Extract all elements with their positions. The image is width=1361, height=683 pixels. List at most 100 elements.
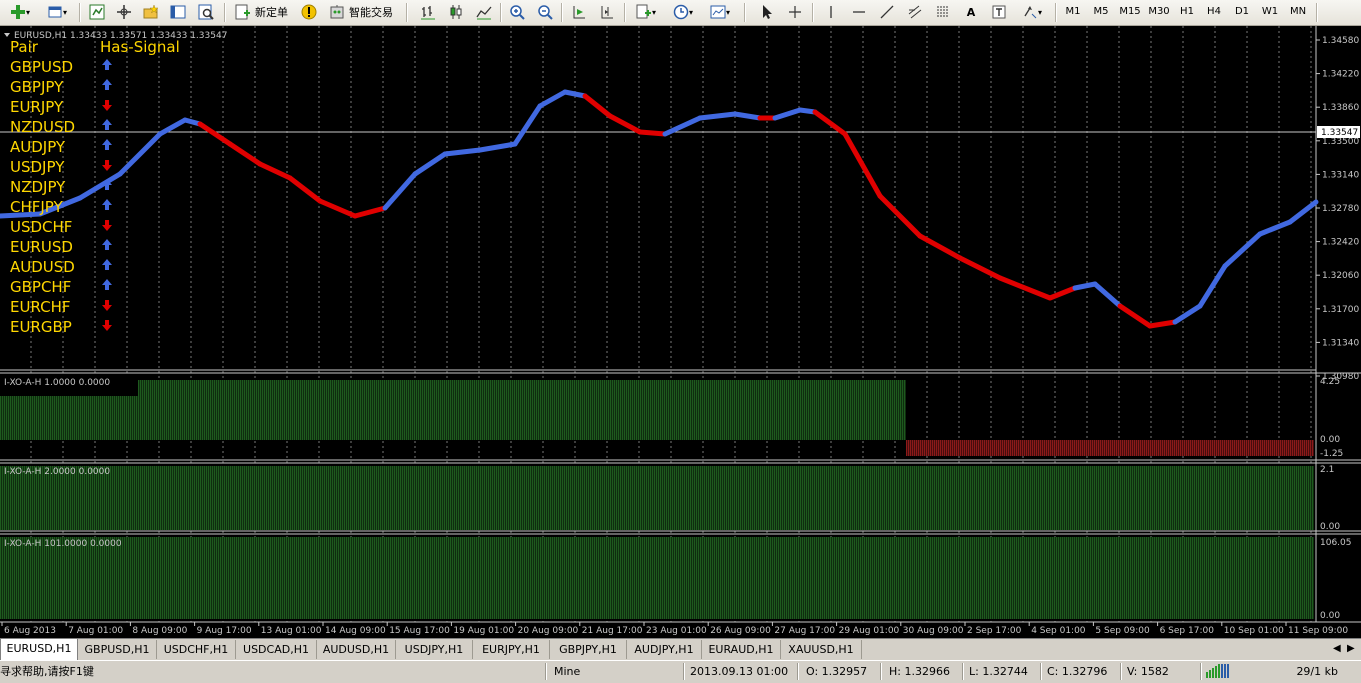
tab-eurusd-h1[interactable]: EURUSD,H1 (0, 639, 78, 661)
status-traffic: 29/1 kb (1296, 665, 1338, 678)
timeframe-h4[interactable]: H4 (1201, 3, 1227, 21)
candlestick-button[interactable] (445, 2, 467, 22)
equidistant-channel-button[interactable] (904, 2, 926, 22)
histo-bar-3 (186, 537, 188, 619)
histo-bar-2 (858, 466, 860, 530)
histo-bar-3 (1002, 537, 1004, 619)
histo-bar-1 (84, 396, 86, 440)
time-tick-label: 19 Aug 01:00 (453, 626, 514, 636)
tab-gbpjpy-h1[interactable]: GBPJPY,H1 (550, 640, 627, 659)
timeframe-m15[interactable]: M15 (1116, 3, 1144, 21)
tab-usdjpy-h1[interactable]: USDJPY,H1 (396, 640, 473, 659)
cursor-button[interactable] (756, 2, 778, 22)
histo-bar-2 (184, 466, 186, 530)
trendline-button[interactable] (876, 2, 898, 22)
bar-chart-button[interactable] (417, 2, 439, 22)
vertical-line-button[interactable] (820, 2, 842, 22)
histo-bar-3 (344, 537, 346, 619)
histo-bar-1 (246, 380, 248, 440)
tab-usdchf-h1[interactable]: USDCHF,H1 (157, 640, 236, 659)
histo-bar-3 (176, 537, 178, 619)
arrow-up-icon (102, 239, 112, 250)
histo-bar-2 (984, 466, 986, 530)
tab-audusd-h1[interactable]: AUDUSD,H1 (317, 640, 396, 659)
line-chart-button[interactable] (473, 2, 495, 22)
terminal-button[interactable] (167, 2, 189, 22)
text-label-button[interactable] (988, 2, 1010, 22)
histo-bar-2 (798, 466, 800, 530)
templates-button[interactable]: ▾ (704, 2, 736, 22)
histo-bar-2 (280, 466, 282, 530)
histo-bar-1 (1172, 440, 1174, 456)
timeframe-mn[interactable]: MN (1285, 3, 1311, 21)
histo-bar-2 (1192, 466, 1194, 530)
histo-bar-3 (214, 537, 216, 619)
histo-bar-2 (762, 466, 764, 530)
chart-shift-button[interactable] (596, 2, 618, 22)
histo-bar-1 (974, 440, 976, 456)
new-order-button[interactable]: 新定单 (231, 2, 293, 22)
histo-bar-2 (448, 466, 450, 530)
timeframe-h1[interactable]: H1 (1174, 3, 1200, 21)
histo-bar-2 (1012, 466, 1014, 530)
histo-bar-1 (408, 380, 410, 440)
histo-bar-1 (1104, 440, 1106, 456)
data-window-button[interactable] (113, 2, 135, 22)
histo-bar-3 (1190, 537, 1192, 619)
new-chart-button[interactable]: ▾ (3, 2, 37, 22)
horizontal-line-button[interactable] (848, 2, 870, 22)
tab-usdcad-h1[interactable]: USDCAD,H1 (236, 640, 317, 659)
histo-bar-2 (506, 466, 508, 530)
histo-bar-1 (836, 380, 838, 440)
fibonacci-button[interactable] (932, 2, 954, 22)
periods-button[interactable]: ▾ (667, 2, 699, 22)
histo-bar-2 (922, 466, 924, 530)
trend-segment (197, 121, 233, 147)
indicators-button[interactable]: ▾ (630, 2, 662, 22)
histo-bar-1 (360, 380, 362, 440)
tab-xauusd-h1[interactable]: XAUUSD,H1 (781, 640, 862, 659)
histo-bar-3 (48, 537, 50, 619)
histo-bar-1 (728, 380, 730, 440)
zoom-out-button[interactable] (534, 2, 556, 22)
chart-canvas[interactable]: EURUSD,H1 1.33433 1.33571 1.33433 1.3354… (0, 26, 1361, 638)
histo-bar-3 (596, 537, 598, 619)
histo-bar-3 (784, 537, 786, 619)
timeframe-m1[interactable]: M1 (1060, 3, 1086, 21)
zoom-in-button[interactable] (506, 2, 528, 22)
histo-bar-2 (1166, 466, 1168, 530)
crosshair-button[interactable] (784, 2, 806, 22)
text-button[interactable]: A (960, 2, 982, 22)
histo-bar-1 (702, 380, 704, 440)
histo-bar-3 (1130, 537, 1132, 619)
market-watch-button[interactable] (86, 2, 108, 22)
tabs-prev-icon[interactable]: ◀ (1333, 643, 1341, 654)
timeframe-d1[interactable]: D1 (1229, 3, 1255, 21)
histo-bar-1 (784, 380, 786, 440)
navigator-button[interactable] (140, 2, 162, 22)
histo-bar-3 (476, 537, 478, 619)
timeframe-w1[interactable]: W1 (1257, 3, 1283, 21)
tabs-next-icon[interactable]: ▶ (1347, 643, 1355, 654)
histo-bar-3 (482, 537, 484, 619)
profiles-button[interactable]: ▾ (40, 2, 74, 22)
alert-button[interactable] (298, 2, 320, 22)
arrow-up-icon (102, 199, 112, 210)
tab-audjpy-h1[interactable]: AUDJPY,H1 (627, 640, 702, 659)
tester-button[interactable] (195, 2, 217, 22)
auto-trading-button[interactable]: 智能交易 (325, 2, 399, 22)
histo-bar-3 (1008, 537, 1010, 619)
tab-euraud-h1[interactable]: EURAUD,H1 (702, 640, 781, 659)
histo-bar-1 (546, 380, 548, 440)
tab-gbpusd-h1[interactable]: GBPUSD,H1 (78, 640, 157, 659)
histo-bar-1 (738, 380, 740, 440)
chart-menu-icon[interactable] (4, 33, 10, 37)
autoscroll-button[interactable] (568, 2, 590, 22)
timeframe-m5[interactable]: M5 (1088, 3, 1114, 21)
timeframe-m30[interactable]: M30 (1145, 3, 1173, 21)
histo-bar-3 (210, 537, 212, 619)
chart-window[interactable]: EURUSD,H1 1.33433 1.33571 1.33433 1.3354… (0, 26, 1361, 638)
tab-eurjpy-h1[interactable]: EURJPY,H1 (473, 640, 550, 659)
histo-bar-1 (1284, 440, 1286, 456)
arrows-button[interactable]: ▾ (1016, 2, 1048, 22)
